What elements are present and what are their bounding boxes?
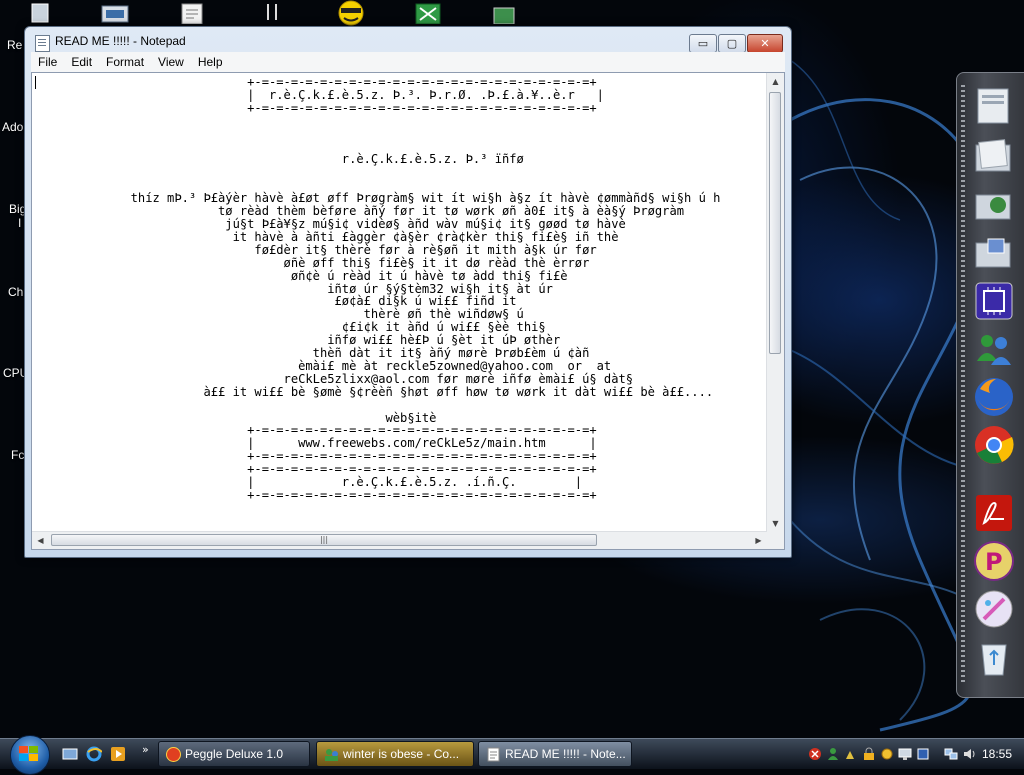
network-tray-icon[interactable] (844, 747, 858, 761)
task-label: READ ME !!!!! - Note... (505, 747, 626, 761)
scroll-right-icon[interactable]: ▶ (750, 532, 767, 549)
clock[interactable]: 18:55 (982, 747, 1012, 761)
task-readme-notepad[interactable]: READ ME !!!!! - Note... (478, 741, 632, 767)
side-dock: P (956, 72, 1024, 698)
tool-icon[interactable] (262, 2, 298, 26)
recycle-bin-icon[interactable] (28, 2, 64, 26)
close-button[interactable]: ✕ (747, 34, 783, 53)
horizontal-scrollbar[interactable]: ◀ ||| ▶ (32, 531, 767, 549)
scroll-left-icon[interactable]: ◀ (32, 532, 49, 549)
security-alert-icon[interactable] (808, 747, 822, 761)
notepad-icon (35, 35, 50, 52)
recycle-bin-icon[interactable] (972, 637, 1016, 681)
chat-task-icon (325, 749, 338, 761)
horizontal-scroll-thumb[interactable]: ||| (51, 534, 597, 546)
folder-icon[interactable] (972, 135, 1016, 179)
cpu-icon[interactable] (972, 279, 1016, 323)
desktop-label-recycle[interactable]: Re (7, 38, 22, 52)
menu-format[interactable]: Format (99, 55, 151, 69)
minimize-button[interactable]: ▭ (689, 34, 717, 53)
text-content-area[interactable]: +-=-=-=-=-=-=-=-=-=-=-=-=-=-=-=-=-=-=-=-… (36, 76, 766, 524)
maximize-icon: ▢ (726, 37, 738, 50)
explorer-window-icon[interactable] (972, 85, 1016, 129)
svg-text:P: P (985, 548, 1003, 576)
notepad-window: READ ME !!!!! - Notepad ▭ ▢ ✕ File Edit … (24, 26, 792, 558)
media-player-icon[interactable] (110, 746, 126, 762)
desktop-label-i[interactable]: I (18, 216, 21, 230)
computer-icon[interactable] (100, 2, 136, 26)
spreadsheet-icon[interactable] (414, 2, 450, 26)
smiley-icon[interactable] (334, 0, 370, 26)
text-caret (35, 76, 36, 89)
scroll-down-icon[interactable]: ▼ (767, 515, 784, 532)
task-peggle[interactable]: Peggle Deluxe 1.0 (158, 741, 310, 767)
window-title: READ ME !!!!! - Notepad (55, 34, 186, 48)
vertical-scrollbar[interactable]: ▲ ▼ (766, 73, 784, 532)
messenger-tray-icon[interactable] (826, 747, 840, 761)
menu-file[interactable]: File (31, 55, 64, 69)
title-bar[interactable]: READ ME !!!!! - Notepad ▭ ▢ ✕ (25, 27, 791, 55)
maximize-button[interactable]: ▢ (718, 34, 746, 53)
size-grip[interactable] (767, 532, 784, 549)
task-label: winter is obese - Co... (343, 747, 460, 761)
menu-help[interactable]: Help (191, 55, 230, 69)
task-winter-is-obese[interactable]: winter is obese - Co... (316, 741, 474, 767)
sync-tray-icon[interactable] (880, 747, 894, 761)
menu-view[interactable]: View (151, 55, 191, 69)
peggle-task-icon (166, 747, 181, 762)
menu-bar: File Edit Format View Help (31, 52, 785, 72)
display-tray-icon[interactable] (916, 747, 930, 761)
internet-explorer-icon[interactable] (86, 746, 102, 762)
desktop-label-fc[interactable]: Fc (11, 448, 24, 462)
scroll-up-icon[interactable]: ▲ (767, 73, 784, 90)
lock-tray-icon[interactable] (862, 747, 876, 761)
desktop-label-adobe[interactable]: Ado (2, 120, 23, 134)
messenger-icon[interactable] (972, 327, 1016, 371)
text-editor[interactable]: +-=-=-=-=-=-=-=-=-=-=-=-=-=-=-=-=-=-=-=-… (31, 72, 785, 550)
show-desktop-icon[interactable] (62, 746, 78, 762)
network-folder-icon[interactable] (972, 183, 1016, 227)
firefox-icon[interactable] (972, 375, 1016, 419)
desktop-label-ch[interactable]: Ch (8, 285, 23, 299)
paint-icon[interactable] (972, 587, 1016, 631)
pictures-folder-icon[interactable] (972, 231, 1016, 275)
notepad-task-icon (487, 747, 500, 762)
peggle-icon[interactable]: P (972, 539, 1016, 583)
acrobat-icon[interactable] (972, 491, 1016, 535)
menu-edit[interactable]: Edit (64, 55, 99, 69)
windows-logo-icon (19, 746, 38, 761)
vertical-scroll-thumb[interactable] (769, 92, 781, 354)
taskbar: » Peggle Deluxe 1.0 winter is obese - Co… (0, 735, 1024, 775)
caption-buttons: ▭ ▢ ✕ (688, 34, 783, 53)
monitor-tray-icon[interactable] (898, 747, 912, 761)
quicklaunch-overflow[interactable]: » (142, 743, 149, 756)
volume-icon[interactable] (962, 747, 976, 761)
network-connection-icon[interactable] (944, 747, 958, 761)
task-label: Peggle Deluxe 1.0 (185, 747, 284, 761)
dock-handle[interactable] (961, 85, 965, 685)
close-icon: ✕ (760, 37, 770, 50)
documents-icon[interactable] (178, 2, 214, 26)
app-icon[interactable] (490, 2, 526, 26)
document-text[interactable]: +-=-=-=-=-=-=-=-=-=-=-=-=-=-=-=-=-=-=-=-… (36, 76, 766, 502)
chrome-icon[interactable] (972, 423, 1016, 467)
minimize-icon: ▭ (697, 37, 709, 50)
